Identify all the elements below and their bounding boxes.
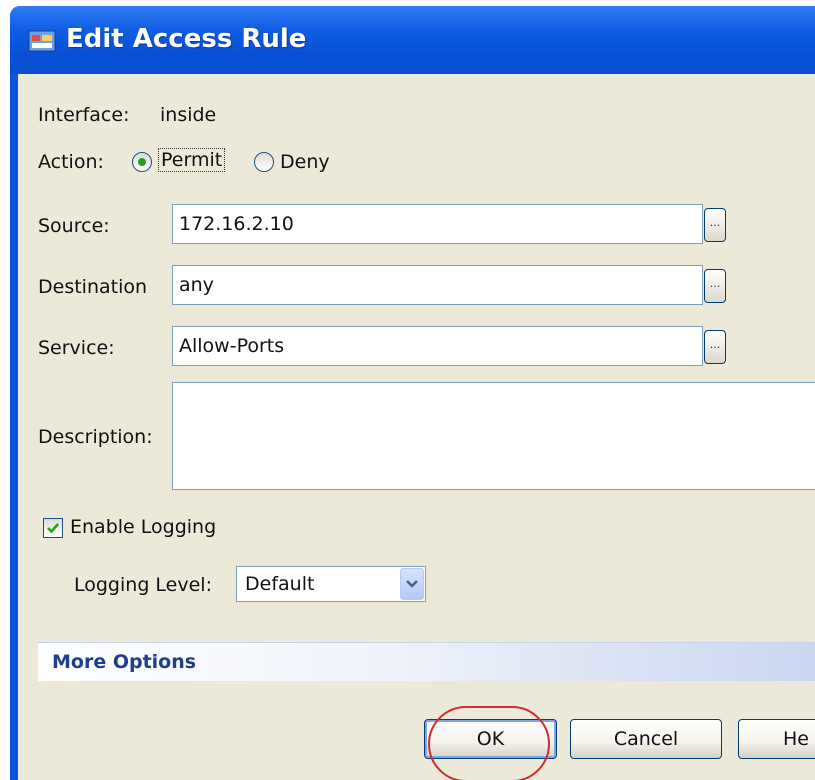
- chevron-down-icon: [406, 580, 418, 588]
- destination-label: Destination: [38, 276, 148, 298]
- app-icon: [28, 30, 56, 52]
- logging-level-dropdown-button[interactable]: [400, 568, 424, 600]
- action-label: Action:: [38, 151, 104, 173]
- cancel-button[interactable]: Cancel: [570, 719, 722, 759]
- title-bar[interactable]: Edit Access Rule: [10, 6, 815, 74]
- window-title: Edit Access Rule: [66, 24, 307, 54]
- destination-browse-button[interactable]: ...: [704, 269, 726, 303]
- logging-level-value: Default: [245, 573, 315, 595]
- help-button[interactable]: He: [738, 719, 815, 759]
- enable-logging-checkbox[interactable]: [43, 518, 63, 538]
- logging-level-select[interactable]: Default: [236, 566, 426, 602]
- more-options-expander[interactable]: More Options: [38, 642, 815, 681]
- ok-highlight-annotation: [428, 706, 550, 780]
- source-input[interactable]: 172.16.2.10: [172, 204, 703, 244]
- deny-radio-label[interactable]: Deny: [280, 151, 330, 173]
- source-browse-button[interactable]: ...: [704, 208, 726, 242]
- service-browse-button[interactable]: ...: [704, 330, 726, 364]
- interface-label: Interface:: [38, 104, 130, 126]
- more-options-label: More Options: [52, 651, 197, 673]
- radio-selected-dot: [138, 158, 146, 166]
- description-textarea[interactable]: [172, 382, 815, 490]
- service-input[interactable]: Allow-Ports: [172, 326, 703, 366]
- source-label: Source:: [38, 215, 110, 237]
- logging-level-label: Logging Level:: [74, 574, 212, 596]
- permit-radio-label[interactable]: Permit: [158, 148, 226, 172]
- deny-radio[interactable]: [254, 152, 274, 172]
- enable-logging-label[interactable]: Enable Logging: [70, 516, 216, 538]
- check-icon: [47, 523, 59, 534]
- dialog-window: Edit Access Rule Interface: inside Actio…: [10, 6, 815, 780]
- dialog-content: Interface: inside Action: Permit Deny So…: [18, 74, 815, 780]
- destination-input[interactable]: any: [172, 265, 703, 305]
- description-label: Description:: [38, 426, 153, 448]
- service-label: Service:: [38, 337, 115, 359]
- permit-radio[interactable]: [132, 152, 152, 172]
- interface-value: inside: [160, 104, 217, 126]
